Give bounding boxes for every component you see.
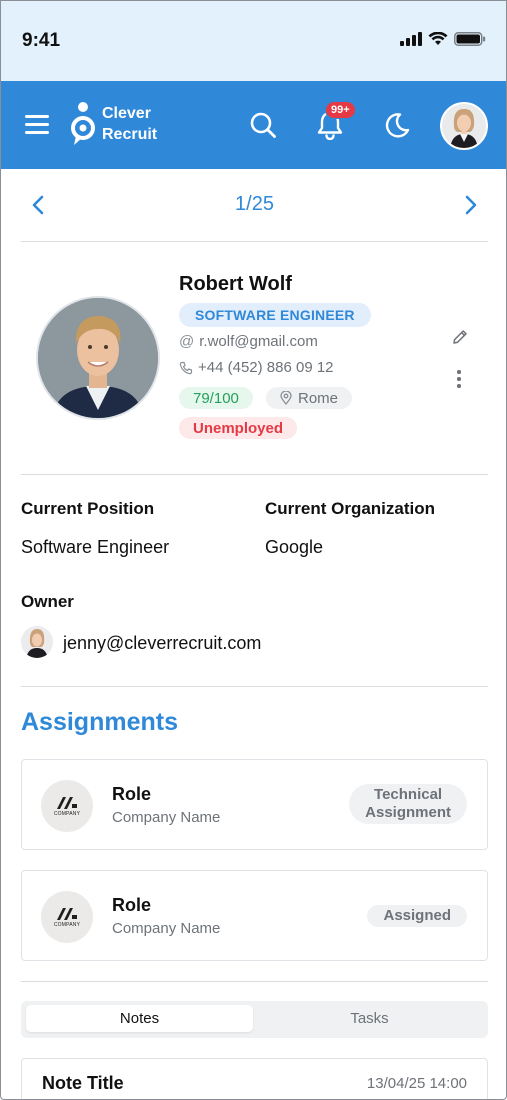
note-date: 13/04/25 14:00 — [366, 1075, 467, 1092]
assignment-card[interactable]: COMPANY Role Company Name Assigned — [21, 870, 488, 961]
assignment-status-badge: Technical Assignment — [349, 784, 467, 824]
tab-tasks[interactable]: Tasks — [256, 1005, 483, 1032]
divider — [21, 981, 488, 982]
at-sign-icon: @ — [179, 333, 195, 350]
candidate-phone-row: +44 (452) 886 09 12 — [179, 359, 334, 376]
status-icons — [400, 32, 486, 46]
user-avatar[interactable] — [440, 102, 488, 150]
clever-recruit-logo-icon — [71, 102, 95, 145]
candidate-score-chip: 79/100 — [179, 387, 253, 409]
employment-status-chip: Unemployed — [179, 417, 298, 439]
assignment-role: Role — [112, 784, 152, 804]
candidate-photo — [36, 296, 160, 420]
assignment-role: Role — [112, 895, 152, 915]
assignment-company: Company Name — [112, 809, 221, 826]
search-icon[interactable] — [247, 109, 279, 141]
candidate-phone[interactable]: +44 (452) 886 09 12 — [198, 359, 334, 376]
assignment-status-badge: Assigned — [367, 905, 467, 927]
wifi-icon — [428, 32, 448, 45]
pager-position: 1/25 — [235, 193, 274, 215]
current-position-value: Software Engineer — [21, 537, 170, 557]
brand-line-1: Clever — [102, 105, 151, 122]
divider — [21, 474, 488, 475]
current-organization-value: Google — [265, 537, 324, 557]
candidate-location: Rome — [298, 389, 339, 407]
candidate-name: Robert Wolf — [179, 273, 292, 295]
divider — [21, 686, 488, 687]
candidate-email-row: @ r.wolf@gmail.com — [179, 333, 318, 350]
chevron-right-icon[interactable] — [460, 193, 482, 217]
notification-badge: 99+ — [325, 101, 356, 119]
assignment-card[interactable]: COMPANY Role Company Name Technical Assi… — [21, 759, 488, 850]
assignment-company: Company Name — [112, 920, 221, 937]
edit-pencil-icon[interactable] — [451, 328, 469, 346]
candidate-pager: 1/25 — [21, 189, 488, 221]
company-logo-mark-icon — [57, 796, 77, 809]
phone-icon — [179, 361, 193, 374]
owner-avatar — [21, 626, 53, 658]
candidate-title-badge: SOFTWARE ENGINEER — [179, 303, 371, 327]
note-title: Note Title — [42, 1073, 124, 1093]
owner-label: Owner — [21, 592, 74, 611]
battery-icon — [454, 32, 486, 46]
brand-name: Clever Recruit — [102, 103, 157, 145]
status-time: 9:41 — [22, 30, 61, 51]
location-pin-icon — [280, 391, 292, 405]
current-position-label: Current Position — [21, 499, 155, 518]
dark-mode-moon-icon[interactable] — [381, 109, 413, 141]
company-logo-text: COMPANY — [53, 810, 81, 817]
assignment-status-line-1: Technical — [374, 786, 443, 803]
assignments-title: Assignments — [21, 708, 178, 736]
more-options-icon[interactable] — [457, 370, 461, 391]
current-organization-label: Current Organization — [265, 499, 436, 518]
phone-frame: 9:41 Clever Recruit 99+ 1/25 Robert Wolf… — [0, 0, 507, 1100]
company-logo-text: COMPANY — [53, 921, 81, 928]
app-header: Clever Recruit — [1, 81, 506, 169]
status-bar: 9:41 — [1, 1, 506, 81]
brand-logo: Clever Recruit — [70, 101, 157, 147]
tab-notes[interactable]: Notes — [26, 1005, 253, 1032]
owner-email[interactable]: jenny@cleverrecruit.com — [63, 633, 261, 654]
candidate-location-chip: Rome — [266, 387, 353, 409]
company-logo-mark-icon — [57, 907, 77, 920]
candidate-email[interactable]: r.wolf@gmail.com — [199, 333, 318, 350]
notes-tasks-tabs: Notes Tasks — [21, 1001, 488, 1038]
brand-line-2: Recruit — [102, 126, 158, 143]
signal-icon — [400, 32, 422, 46]
note-card[interactable]: Note Title 13/04/25 14:00 — [21, 1058, 488, 1099]
divider — [21, 241, 488, 242]
assignment-status-line-2: Assignment — [365, 804, 451, 821]
menu-icon[interactable] — [25, 115, 49, 135]
company-logo: COMPANY — [41, 891, 93, 943]
company-logo: COMPANY — [41, 780, 93, 832]
